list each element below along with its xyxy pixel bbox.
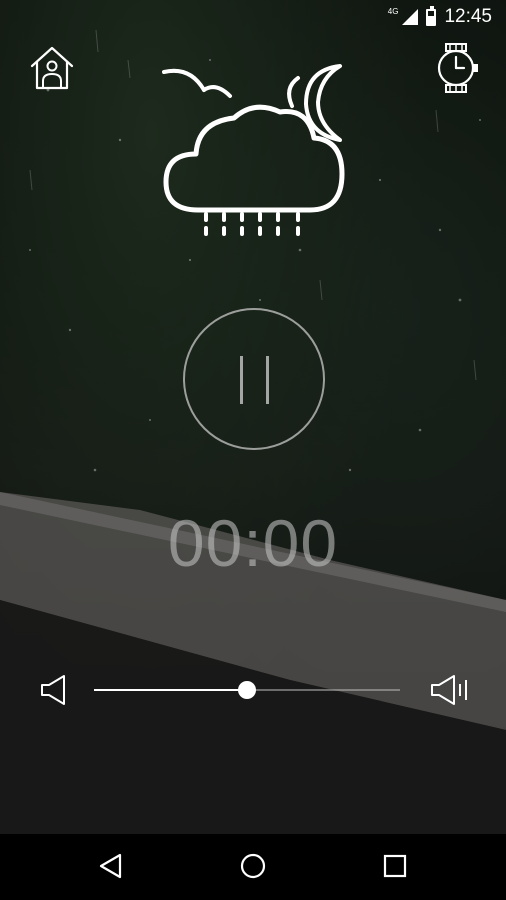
back-triangle-icon xyxy=(99,853,122,878)
sleep-timer-button[interactable] xyxy=(433,42,481,97)
nav-back-button[interactable] xyxy=(98,853,124,882)
recents-square-icon xyxy=(383,854,407,877)
volume-slider-thumb[interactable] xyxy=(238,681,256,699)
network-type-label: 4G xyxy=(387,6,399,16)
pause-button[interactable] xyxy=(183,308,325,450)
clock-timer-icon xyxy=(437,43,478,93)
volume-low-icon xyxy=(41,675,65,705)
volume-high-icon xyxy=(431,675,467,705)
home-button[interactable] xyxy=(28,44,76,95)
navigation-bar xyxy=(0,834,506,900)
volume-slider-fill xyxy=(94,689,247,691)
battery-icon xyxy=(426,5,437,26)
volume-slider[interactable] xyxy=(94,681,400,699)
cloud-rain-moon-icon xyxy=(162,64,345,236)
home-circle-icon xyxy=(240,853,266,878)
status-bar: 4G 12:45 xyxy=(0,0,506,34)
status-time: 12:45 xyxy=(444,6,492,27)
pause-icon xyxy=(240,356,243,404)
pause-icon-bar xyxy=(266,356,269,404)
volume-control xyxy=(0,668,506,712)
nav-home-button[interactable] xyxy=(240,853,266,882)
home-icon xyxy=(30,46,74,90)
sleep-timer-display: 00:00 xyxy=(167,506,339,580)
signal-icon xyxy=(402,9,419,25)
nav-recents-button[interactable] xyxy=(382,853,408,882)
